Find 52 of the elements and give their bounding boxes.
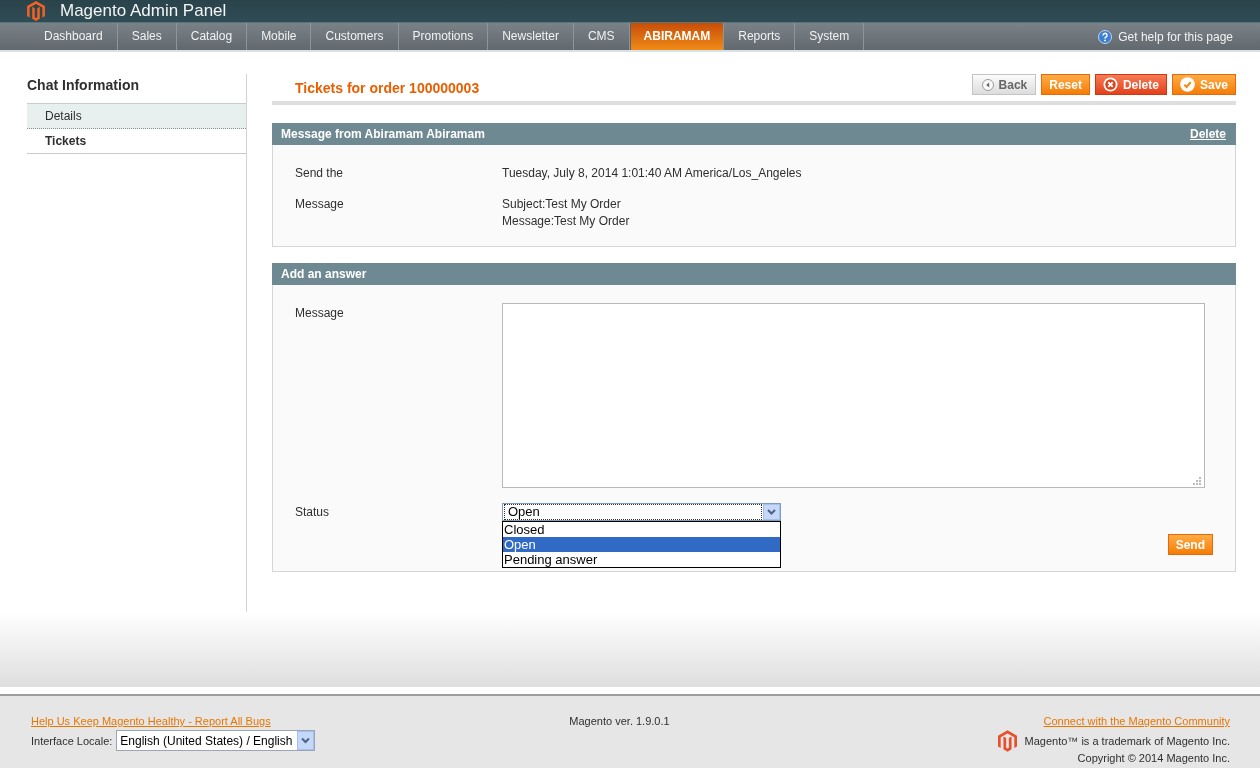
left-arrow-circle-icon: [981, 78, 994, 91]
field-value: Subject:Test My Order: [502, 196, 622, 213]
nav-menu-item[interactable]: Reports: [724, 23, 796, 50]
magento-logo-icon: [997, 730, 1017, 752]
help-link[interactable]: Get help for this page: [1098, 23, 1233, 50]
back-button[interactable]: Back: [971, 74, 1037, 95]
report-bugs-link[interactable]: Help Us Keep Magento Healthy - Report All Bugs: [31, 714, 271, 728]
sidebar-tab[interactable]: Details: [27, 104, 246, 129]
dropdown-option[interactable]: Pending answer: [503, 552, 780, 567]
nav-menu-item[interactable]: Catalog: [176, 23, 248, 50]
reset-button[interactable]: Reset: [1041, 74, 1090, 95]
delete-link[interactable]: Delete: [1189, 127, 1226, 141]
resize-grip-icon[interactable]: [1193, 476, 1202, 485]
page-title: Tickets for order 100000003: [294, 79, 480, 98]
field-label: Send the: [295, 165, 345, 182]
dropdown-option[interactable]: Closed: [503, 522, 780, 537]
message-field[interactable]: [502, 303, 1205, 488]
section-title: Add an answer: [281, 267, 367, 281]
field-value: Tuesday, July 8, 2014 1:01:40 AM America/Los_Angeles: [502, 165, 802, 182]
magento-logo-icon: [27, 1, 45, 21]
nav-menu-item[interactable]: ABIRAMAM: [629, 23, 725, 50]
app-title: Magento Admin Panel: [60, 1, 227, 21]
version-text: Magento ver. 1.9.0.1: [569, 715, 670, 727]
nav-menu-item[interactable]: Customers: [311, 23, 399, 50]
nav-menu-item[interactable]: System: [795, 23, 865, 50]
sidebar-title: Chat Information: [27, 76, 140, 95]
status-select[interactable]: Open: [502, 503, 781, 521]
field-label: Message: [295, 305, 345, 322]
field-value: Message:Test My Order: [502, 213, 630, 230]
locale-select[interactable]: English (United States) / English: [116, 730, 316, 751]
nav-menu-item[interactable]: Mobile: [247, 23, 312, 50]
check-circle-icon: [1179, 77, 1195, 92]
nav-menu-item[interactable]: Dashboard: [30, 23, 118, 50]
x-circle-icon: [1102, 77, 1118, 92]
send-button[interactable]: Send: [1167, 534, 1213, 555]
field-label: Status: [295, 504, 331, 521]
chevron-down-icon: [763, 504, 780, 520]
nav-menu-item[interactable]: Promotions: [398, 23, 489, 50]
community-link[interactable]: Connect with the Magento Community: [1043, 714, 1230, 728]
trademark-text: Magento™ is a trademark of Magento Inc.: [1024, 734, 1230, 748]
section-title: Message from Abiramam Abiramam: [281, 127, 485, 141]
dropdown-option[interactable]: Open: [503, 537, 780, 552]
chevron-down-icon: [297, 731, 315, 750]
nav-menu-item[interactable]: CMS: [573, 23, 630, 50]
field-label: Message: [295, 196, 345, 213]
nav-menu-item[interactable]: Newsletter: [488, 23, 574, 50]
delete-button[interactable]: Delete: [1094, 74, 1167, 95]
nav-menu-item[interactable]: Sales: [117, 23, 177, 50]
help-icon: [1098, 29, 1113, 44]
copyright-text: Copyright © 2014 Magento Inc.: [1077, 752, 1230, 764]
save-button[interactable]: Save: [1171, 74, 1236, 95]
locale-label: Interface Locale:: [31, 733, 113, 748]
